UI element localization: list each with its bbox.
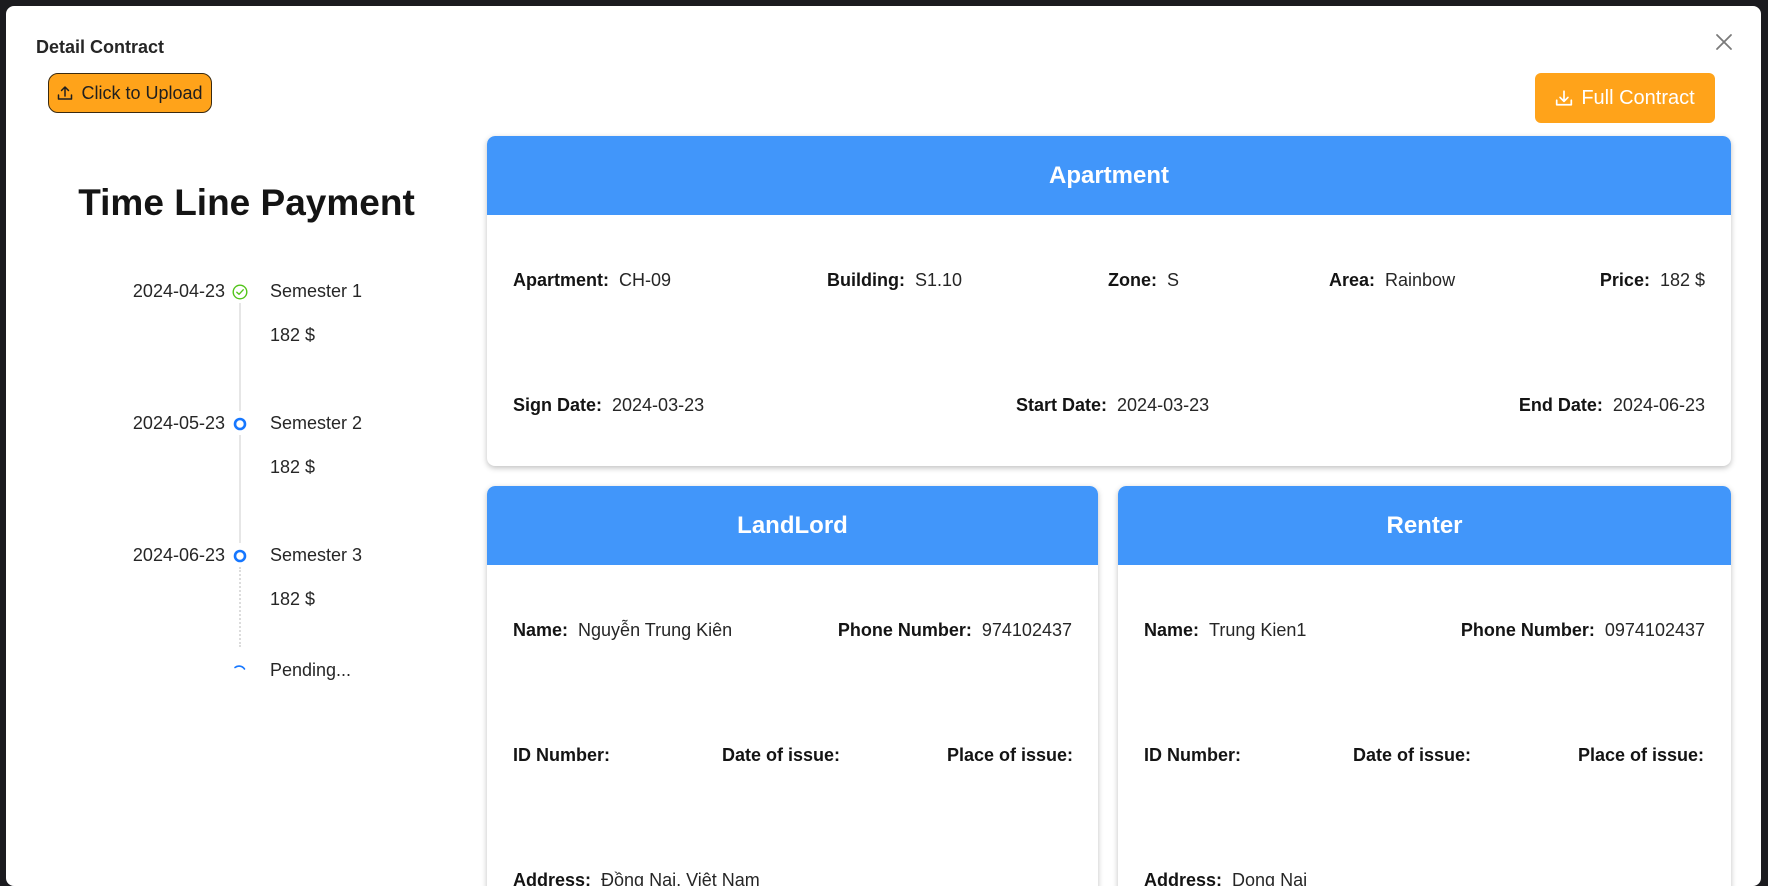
field-label: Place of issue: — [947, 745, 1074, 765]
timeline-label: Semester 3 — [270, 545, 363, 565]
field-value: 182 $ — [1659, 270, 1705, 290]
renter-address-field: Address: Dong Nai — [1144, 870, 1307, 886]
field-value: 2024-03-23 — [1117, 395, 1210, 415]
timeline-amount: 182 $ — [270, 457, 316, 477]
timeline-item: 2024-04-23 Semester 1 182 $ — [6, 281, 466, 411]
timeline-title: Time Line Payment — [78, 182, 415, 223]
end-date-field: End Date: 2024-06-23 — [1519, 395, 1705, 416]
renter-phone-field: Phone Number: 0974102437 — [1461, 620, 1705, 641]
field-value: Dong Nai — [1232, 870, 1308, 886]
field-value: 2024-03-23 — [612, 395, 705, 415]
sign-date-field: Sign Date: 2024-03-23 — [513, 395, 704, 416]
renter-id-field: ID Number: — [1144, 745, 1251, 766]
field-label: Address: — [513, 870, 592, 886]
timeline-date: 2024-05-23 — [132, 413, 225, 433]
timeline-connector — [239, 435, 241, 543]
renter-name-field: Name: Trung Kien1 — [1144, 620, 1306, 641]
landlord-name-field: Name: Nguyễn Trung Kiên — [513, 620, 732, 641]
timeline-amount: 182 $ — [270, 589, 316, 609]
field-label: Price: — [1599, 270, 1650, 290]
field-value: S — [1167, 270, 1180, 290]
dot-icon — [232, 548, 248, 564]
landlord-address-field: Address: Đồng Nai, Việt Nam — [513, 870, 760, 886]
building-field: Building: S1.10 — [827, 270, 962, 291]
detail-contract-modal: Detail Contract Click to Upload Full Con… — [6, 6, 1761, 886]
upload-icon — [58, 86, 73, 100]
apartment-card-title: Apartment — [487, 136, 1731, 215]
landlord-card: LandLord Name: Nguyễn Trung Kiên Phone Nu… — [487, 486, 1098, 886]
check-circle-icon — [232, 284, 248, 300]
field-label: Building: — [827, 270, 905, 290]
full-contract-button[interactable]: Full Contract — [1535, 73, 1715, 123]
renter-issue-place-field: Place of issue: — [1578, 745, 1714, 766]
start-date-field: Start Date: 2024-03-23 — [1016, 395, 1209, 416]
upload-button[interactable]: Click to Upload — [48, 73, 212, 113]
landlord-card-title: LandLord — [487, 486, 1098, 565]
close-icon — [1716, 34, 1732, 50]
field-label: Name: — [1144, 620, 1200, 640]
field-value: Đồng Nai, Việt Nam — [601, 870, 760, 886]
field-value: 0974102437 — [1604, 620, 1705, 640]
timeline-amount: 182 $ — [270, 325, 316, 345]
timeline-label: Semester 2 — [270, 413, 363, 433]
field-value: Trung Kien1 — [1209, 620, 1307, 640]
renter-card-title: Renter — [1118, 486, 1731, 565]
dot-icon — [232, 416, 248, 432]
timeline-connector — [239, 303, 241, 411]
field-label: Date of issue: — [1353, 745, 1472, 765]
full-contract-label: Full Contract — [1581, 86, 1695, 109]
field-value: CH-09 — [619, 270, 672, 290]
field-label: Apartment: — [513, 270, 610, 290]
field-label: End Date: — [1518, 395, 1603, 415]
close-button[interactable] — [1710, 28, 1738, 56]
timeline-label: Semester 1 — [270, 281, 363, 301]
price-field: Price: 182 $ — [1600, 270, 1705, 291]
landlord-phone-field: Phone Number: 974102437 — [838, 620, 1072, 641]
timeline-pending: Pending... — [6, 660, 466, 780]
field-label: Phone Number: — [837, 620, 972, 640]
field-label: Address: — [1144, 870, 1223, 886]
timeline-date: 2024-06-23 — [132, 545, 225, 565]
timeline-item: 2024-06-23 Semester 3 182 $ — [6, 545, 466, 665]
landlord-id-field: ID Number: — [513, 745, 620, 766]
renter-card: Renter Name: Trung Kien1 Phone Number: 097… — [1118, 486, 1731, 886]
zone-field: Zone: S — [1108, 270, 1179, 291]
field-label: Date of issue: — [722, 745, 841, 765]
apartment-card: Apartment Apartment: CH-09 Building: S1.10… — [487, 136, 1731, 466]
loading-icon — [232, 663, 248, 679]
apartment-field: Apartment: CH-09 — [513, 270, 671, 291]
landlord-issue-date-field: Date of issue: — [722, 745, 850, 766]
timeline-connector — [239, 567, 241, 647]
field-value: Nguyễn Trung Kiên — [578, 620, 733, 640]
field-label: Name: — [513, 620, 569, 640]
field-label: Zone: — [1108, 270, 1157, 290]
field-label: Sign Date: — [513, 395, 603, 415]
field-value: 974102437 — [981, 620, 1072, 640]
field-value: Rainbow — [1385, 270, 1456, 290]
field-label: Phone Number: — [1460, 620, 1595, 640]
modal-title: Detail Contract — [36, 37, 165, 57]
timeline-item: 2024-05-23 Semester 2 182 $ — [6, 413, 466, 543]
download-icon — [1556, 90, 1573, 106]
pending-label: Pending... — [270, 660, 352, 680]
field-label: Start Date: — [1016, 395, 1108, 415]
field-label: Place of issue: — [1578, 745, 1705, 765]
landlord-issue-place-field: Place of issue: — [947, 745, 1083, 766]
field-value: S1.10 — [914, 270, 963, 290]
field-value: 2024-06-23 — [1612, 395, 1705, 415]
timeline-date: 2024-04-23 — [132, 281, 225, 301]
field-label: Area: — [1329, 270, 1376, 290]
field-label: ID Number: — [1144, 745, 1242, 765]
area-field: Area: Rainbow — [1329, 270, 1455, 291]
renter-issue-date-field: Date of issue: — [1353, 745, 1481, 766]
field-label: ID Number: — [513, 745, 611, 765]
upload-label: Click to Upload — [81, 82, 203, 103]
